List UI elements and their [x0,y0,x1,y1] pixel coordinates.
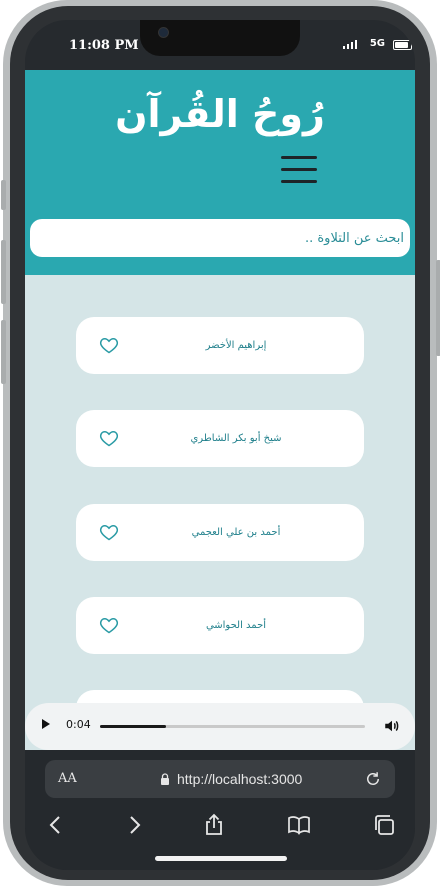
app-title: رُوحُ القُرآن [115,92,325,136]
audio-player: 0:04 [25,703,415,750]
reciter-card[interactable]: أحمد بن علي العجمي [76,504,364,561]
network-label: 5G [369,38,385,49]
camera [158,27,169,38]
volume-icon[interactable] [383,717,401,735]
play-icon[interactable] [42,719,50,729]
forward-icon[interactable] [122,813,146,837]
heart-outline-icon[interactable] [99,522,119,542]
volume-up-button [1,240,6,304]
heart-outline-icon[interactable] [99,615,119,635]
reciter-card[interactable]: شيخ أبو بكر الشاطري [76,410,364,467]
heart-outline-icon[interactable] [99,428,119,448]
audio-progress-fill [100,725,167,728]
reciter-card[interactable]: أحمد الحواشي [76,597,364,654]
reciter-name: أحمد بن علي العجمي [191,527,281,538]
search-input[interactable] [30,219,410,257]
volume-down-button [1,320,6,384]
tabs-icon[interactable] [372,813,396,837]
app-header: رُوحُ القُرآن [25,70,415,275]
reciter-card[interactable]: إبراهيم الأخضر [76,317,364,374]
reciters-list: إبراهيم الأخضر شيخ أبو بكر الشاطري أحمد … [25,275,415,755]
url-bar[interactable]: AA http://localhost:3000 [45,760,395,798]
browser-chrome: AA http://localhost:3000 [25,750,415,870]
share-icon[interactable] [202,813,226,837]
reciter-name: إبراهيم الأخضر [205,340,267,351]
lock-icon [161,773,169,785]
home-indicator [155,856,287,861]
reader-aa-button[interactable]: AA [58,771,77,786]
reciter-name: أحمد الحواشي [205,620,267,631]
url-text: http://localhost:3000 [177,771,303,787]
bookmarks-icon[interactable] [287,813,311,837]
notch [140,20,300,56]
battery-icon [393,40,412,50]
audio-current-time: 0:04 [66,718,91,731]
screen: 11:08 PM 5G رُوحُ القُرآن إبراهيم الأخضر… [25,20,415,870]
reload-icon[interactable] [364,770,382,788]
power-button [436,260,440,356]
status-bar: 11:08 PM 5G [25,20,415,72]
reciter-name: شيخ أبو بكر الشاطري [190,433,282,444]
mute-switch [1,180,6,210]
status-time: 11:08 PM [69,38,139,53]
signal-icon [343,40,357,49]
audio-progress-bar[interactable] [100,725,365,728]
back-icon[interactable] [44,813,68,837]
hamburger-menu-icon[interactable] [281,156,317,184]
heart-outline-icon[interactable] [99,335,119,355]
